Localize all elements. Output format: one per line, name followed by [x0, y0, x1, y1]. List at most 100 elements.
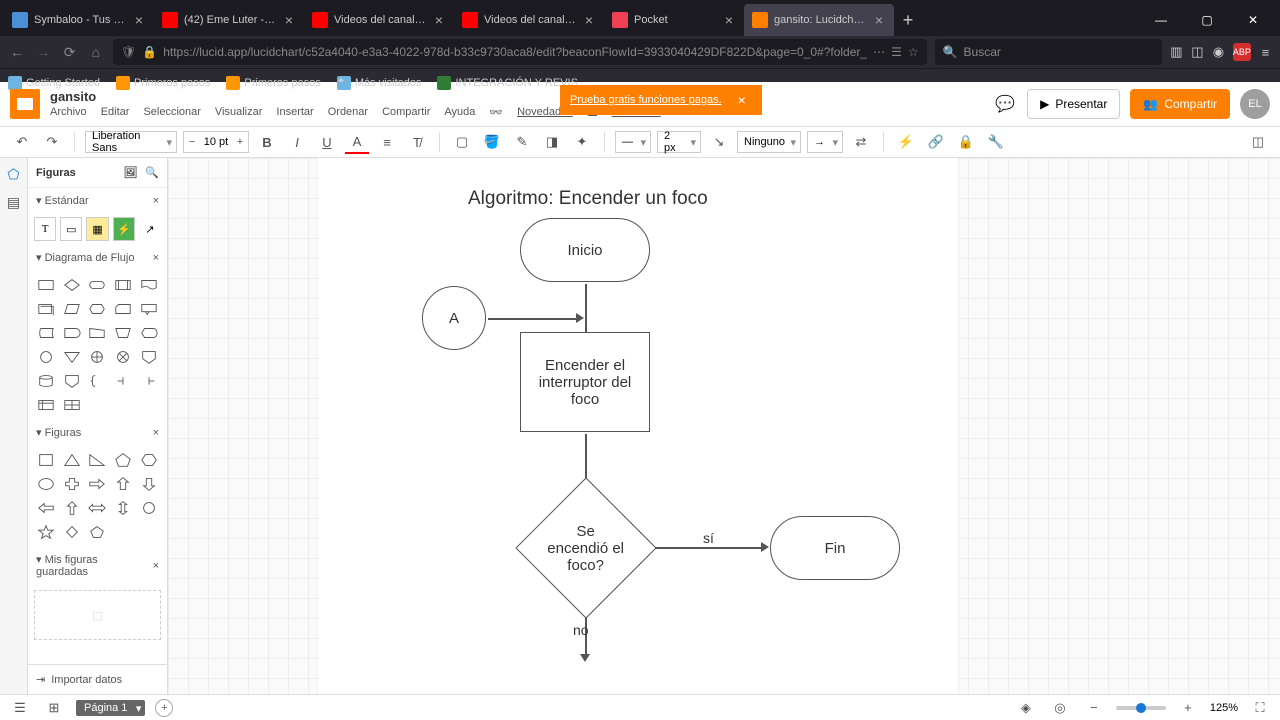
section-guardadas[interactable]: ▾ Mis figuras guardadas×	[28, 547, 167, 584]
layers-icon[interactable]: ◈	[1014, 696, 1038, 720]
note-right-shape[interactable]	[111, 370, 135, 392]
fullscreen-button[interactable]: ⛶	[1248, 696, 1272, 720]
binoculars-icon[interactable]: 👓	[489, 106, 503, 119]
align-button[interactable]: ≡	[375, 130, 399, 154]
close-icon[interactable]: ×	[153, 427, 159, 439]
arrow-up2-shape[interactable]	[60, 497, 84, 519]
arrow-right-shape[interactable]	[86, 473, 110, 495]
layers-tool-icon[interactable]: ▤	[4, 192, 24, 212]
paint-button[interactable]: 🪣	[480, 130, 504, 154]
arrow-ud-shape[interactable]	[111, 497, 135, 519]
menu-icon[interactable]: ≡	[1259, 42, 1272, 62]
star-shape[interactable]	[34, 521, 58, 543]
close-icon[interactable]: ×	[153, 195, 159, 207]
close-icon[interactable]: ×	[722, 13, 736, 27]
edge-label-si[interactable]: sí	[703, 530, 714, 546]
tab-lucidchart[interactable]: gansito: Lucidchart×	[744, 4, 894, 36]
border-color-button[interactable]: ✎	[510, 130, 534, 154]
arrow-down-shape[interactable]	[137, 473, 161, 495]
reload-button[interactable]: ⟳	[61, 38, 79, 66]
saved-shapes-dropzone[interactable]: ⬚	[34, 590, 161, 640]
node-encender[interactable]: Encender el interruptor del foco	[520, 332, 650, 432]
minimize-button[interactable]: —	[1138, 4, 1184, 36]
user-avatar[interactable]: EL	[1240, 89, 1270, 119]
tab-youtube-2[interactable]: Videos del canal - YouTube Stu×	[304, 4, 454, 36]
close-icon[interactable]: ×	[432, 13, 446, 27]
target-icon[interactable]: ◎	[1048, 696, 1072, 720]
line-width-select[interactable]: 2 px	[657, 131, 701, 153]
close-window-button[interactable]: ✕	[1230, 4, 1276, 36]
arrow-left-shape[interactable]	[34, 497, 58, 519]
square-shape[interactable]	[34, 449, 58, 471]
document-shape[interactable]	[137, 274, 161, 296]
process-shape[interactable]	[34, 274, 58, 296]
tab-symbaloo[interactable]: Symbaloo - Tus favoritos acce×	[4, 4, 154, 36]
hotspot-shape[interactable]: ⚡	[113, 217, 135, 241]
list-view-icon[interactable]: ☰	[8, 696, 32, 720]
page-select[interactable]: Página 1	[76, 700, 145, 716]
maximize-button[interactable]: ▢	[1184, 4, 1230, 36]
add-page-button[interactable]: +	[155, 699, 173, 717]
font-select[interactable]: Liberation Sans	[85, 131, 177, 153]
arrow-end-select[interactable]: →	[807, 131, 843, 153]
pentagon-shape[interactable]	[111, 449, 135, 471]
search-box[interactable]: 🔍 Buscar	[935, 39, 1162, 65]
diamond-shape[interactable]	[60, 521, 84, 543]
merge-shape[interactable]	[60, 346, 84, 368]
wrench-button[interactable]: 🔧	[984, 130, 1008, 154]
share-button[interactable]: 👥Compartir	[1130, 89, 1230, 119]
cross-shape[interactable]	[60, 473, 84, 495]
manual-shape[interactable]	[86, 322, 110, 344]
multidoc-shape[interactable]	[34, 298, 58, 320]
tab-youtube-1[interactable]: (42) Eme Luter - YouTube×	[154, 4, 304, 36]
diagram-title[interactable]: Algoritmo: Encender un foco	[468, 188, 708, 210]
section-figuras[interactable]: ▾ Figuras×	[28, 420, 167, 445]
magic-button[interactable]: ✦	[570, 130, 594, 154]
grid-view-icon[interactable]: ⊞	[42, 696, 66, 720]
import-data-button[interactable]: ⇥Importar datos	[28, 664, 167, 694]
offpage-shape[interactable]	[137, 346, 161, 368]
app-logo[interactable]	[10, 89, 40, 119]
rect-shape[interactable]: ▭	[60, 217, 82, 241]
close-icon[interactable]: ×	[153, 560, 159, 572]
zoom-out-button[interactable]: −	[1082, 696, 1106, 720]
close-icon[interactable]: ×	[282, 13, 296, 27]
menu-editar[interactable]: Editar	[101, 106, 130, 119]
present-button[interactable]: ▶Presentar	[1027, 89, 1120, 119]
italic-button[interactable]: I	[285, 130, 309, 154]
line-shape[interactable]: ↗	[139, 217, 161, 241]
node-inicio[interactable]: Inicio	[520, 218, 650, 282]
close-icon[interactable]: ×	[132, 13, 146, 27]
arrow-start-select[interactable]: Ninguno	[737, 131, 801, 153]
menu-seleccionar[interactable]: Seleccionar	[143, 106, 200, 119]
home-button[interactable]: ⌂	[87, 38, 105, 66]
account-icon[interactable]: ◉	[1212, 42, 1225, 62]
section-flujo[interactable]: ▾ Diagrama de Flujo×	[28, 245, 167, 270]
back-button[interactable]: ←	[8, 38, 26, 66]
menu-ordenar[interactable]: Ordenar	[328, 106, 368, 119]
line-jump-button[interactable]: ⇄	[849, 130, 873, 154]
menu-ayuda[interactable]: Ayuda	[444, 106, 475, 119]
data-shape[interactable]	[60, 298, 84, 320]
bold-button[interactable]: B	[255, 130, 279, 154]
menu-compartir[interactable]: Compartir	[382, 106, 430, 119]
decision-shape[interactable]	[60, 274, 84, 296]
undo-button[interactable]: ↶	[10, 130, 34, 154]
menu-insertar[interactable]: Insertar	[276, 106, 313, 119]
adblock-icon[interactable]: ABP	[1233, 43, 1251, 61]
internal-shape[interactable]	[34, 394, 58, 416]
table-shape[interactable]	[60, 394, 84, 416]
zoom-level[interactable]: 125%	[1210, 702, 1238, 714]
forward-button[interactable]: →	[34, 38, 52, 66]
underline-button[interactable]: U	[315, 130, 339, 154]
font-size-stepper[interactable]: −10 pt+	[183, 131, 249, 153]
line-tool-button[interactable]: ↘	[707, 130, 731, 154]
card-shape[interactable]	[111, 298, 135, 320]
lock-button[interactable]: 🔒	[954, 130, 978, 154]
address-bar[interactable]: 🛡 🔒 https://lucid.app/lucidchart/c52a404…	[113, 39, 927, 65]
search-shapes-icon[interactable]: 🔍	[145, 166, 159, 179]
connector-shape[interactable]	[34, 346, 58, 368]
terminator-shape[interactable]	[86, 274, 110, 296]
ellipse-shape[interactable]	[34, 473, 58, 495]
text-shape[interactable]: T	[34, 217, 56, 241]
